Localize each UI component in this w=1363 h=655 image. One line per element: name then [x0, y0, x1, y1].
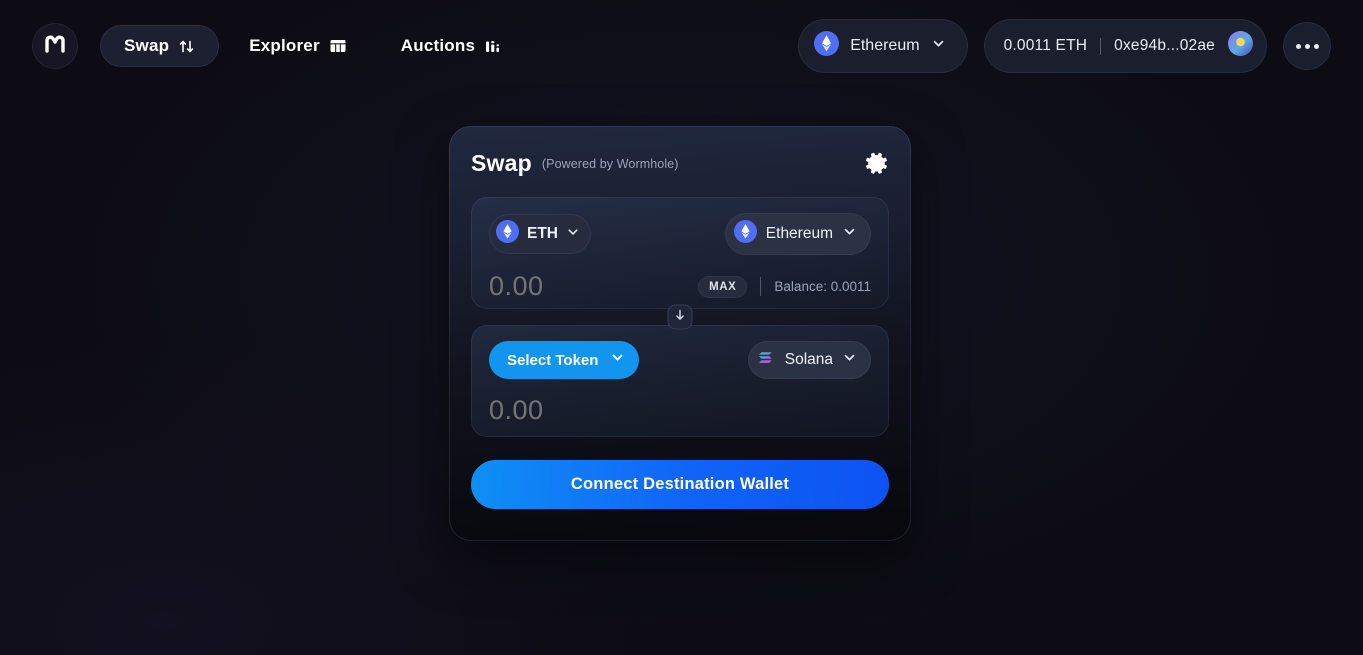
swap-to-row: Select Token Solana 0.00 [471, 325, 889, 437]
from-row-selectors: ETH Ethereum [489, 213, 871, 255]
to-chain-label: Solana [784, 351, 833, 368]
wallet-divider [1100, 37, 1102, 55]
network-label: Ethereum [850, 37, 920, 54]
top-navigation-bar: Swap Explorer Auctions Ethereum 0.0011 E… [0, 0, 1363, 92]
from-row-amount: MAX Balance: 0.0011 [489, 271, 871, 302]
ethereum-icon [733, 220, 757, 248]
switch-direction-button[interactable] [667, 304, 693, 330]
topbar-right-group: Ethereum 0.0011 ETH 0xe94b...02ae [798, 19, 1331, 73]
more-options-button[interactable] [1283, 22, 1331, 70]
chevron-down-icon [566, 225, 580, 244]
chevron-down-icon [842, 350, 857, 370]
swap-card-subtitle: (Powered by Wormhole) [541, 156, 679, 171]
max-button[interactable]: MAX [698, 275, 748, 298]
wallet-address: 0xe94b...02ae [1114, 37, 1215, 54]
to-row-amount [489, 395, 871, 426]
gear-icon[interactable] [866, 152, 889, 175]
from-chain-label: Ethereum [765, 225, 833, 242]
swap-card-header: Swap (Powered by Wormhole) [471, 150, 889, 177]
switch-direction-wrap [471, 304, 889, 330]
wallet-balance: 0.0011 ETH [1003, 37, 1088, 54]
to-token-selector[interactable]: Select Token [489, 341, 640, 379]
from-token-selector[interactable]: ETH [489, 214, 591, 254]
from-chain-selector[interactable]: Ethereum [724, 213, 871, 255]
app-logo[interactable] [32, 23, 78, 69]
arrow-down-icon [674, 308, 687, 326]
chevron-down-icon [931, 36, 946, 56]
wallet-info-button[interactable]: 0.0011 ETH 0xe94b...02ae [983, 19, 1267, 73]
chevron-down-icon [610, 350, 625, 370]
to-row-selectors: Select Token Solana [489, 341, 871, 379]
nav-item-swap[interactable]: Swap [100, 25, 220, 67]
connect-destination-wallet-button[interactable]: Connect Destination Wallet [471, 460, 889, 509]
nav-label-swap: Swap [124, 36, 170, 55]
wallet-avatar-icon [1228, 31, 1253, 61]
solana-icon [757, 348, 776, 372]
swap-arrows-icon [178, 38, 195, 55]
swap-card: Swap (Powered by Wormhole) ETH Ethereum … [449, 126, 911, 541]
to-token-label: Select Token [507, 351, 599, 369]
nav-items: Swap Explorer Auctions [100, 25, 526, 67]
nav-item-explorer[interactable]: Explorer [225, 25, 371, 67]
to-amount-input[interactable] [489, 395, 669, 426]
table-grid-icon [329, 37, 347, 55]
from-token-label: ETH [527, 225, 558, 242]
nav-label-auctions: Auctions [400, 36, 476, 55]
swap-card-title: Swap [471, 150, 532, 176]
from-balance-group: MAX Balance: 0.0011 [698, 275, 871, 298]
from-amount-input[interactable] [489, 271, 669, 302]
ethereum-icon [496, 220, 519, 248]
more-dot [1295, 43, 1301, 49]
nav-label-explorer: Explorer [249, 36, 320, 55]
more-dot [1313, 43, 1319, 49]
nav-item-auctions[interactable]: Auctions [377, 25, 526, 67]
swap-from-row: ETH Ethereum 0.00 MAX Balance: 0.0011 [471, 197, 889, 309]
m-logo-icon [42, 31, 68, 62]
from-balance-label: Balance: 0.0011 [774, 279, 871, 294]
ethereum-icon [814, 31, 840, 61]
more-dot [1304, 43, 1310, 49]
network-selector[interactable]: Ethereum [798, 19, 968, 73]
bar-chart-icon [484, 37, 502, 55]
to-chain-selector[interactable]: Solana [747, 341, 871, 379]
balance-divider [760, 277, 762, 296]
chevron-down-icon [842, 224, 857, 244]
